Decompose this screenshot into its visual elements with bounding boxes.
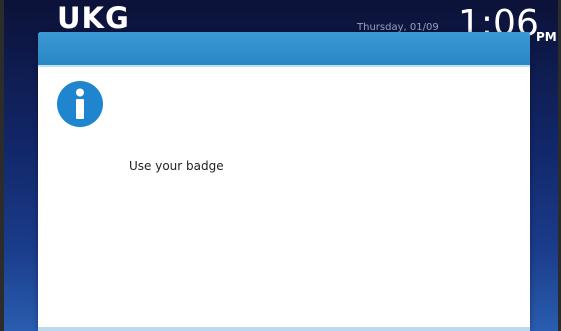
info-icon <box>56 80 104 128</box>
device-bezel-left <box>0 0 4 331</box>
dialog-header-bar <box>38 32 530 65</box>
dialog-message: Use your badge <box>129 159 224 173</box>
ukg-logo: UKG <box>57 1 130 35</box>
info-dialog: Use your badge <box>38 32 530 331</box>
clock-ampm: PM <box>536 30 557 44</box>
dialog-header-divider <box>38 65 530 67</box>
dialog-bottom-edge <box>38 327 530 331</box>
